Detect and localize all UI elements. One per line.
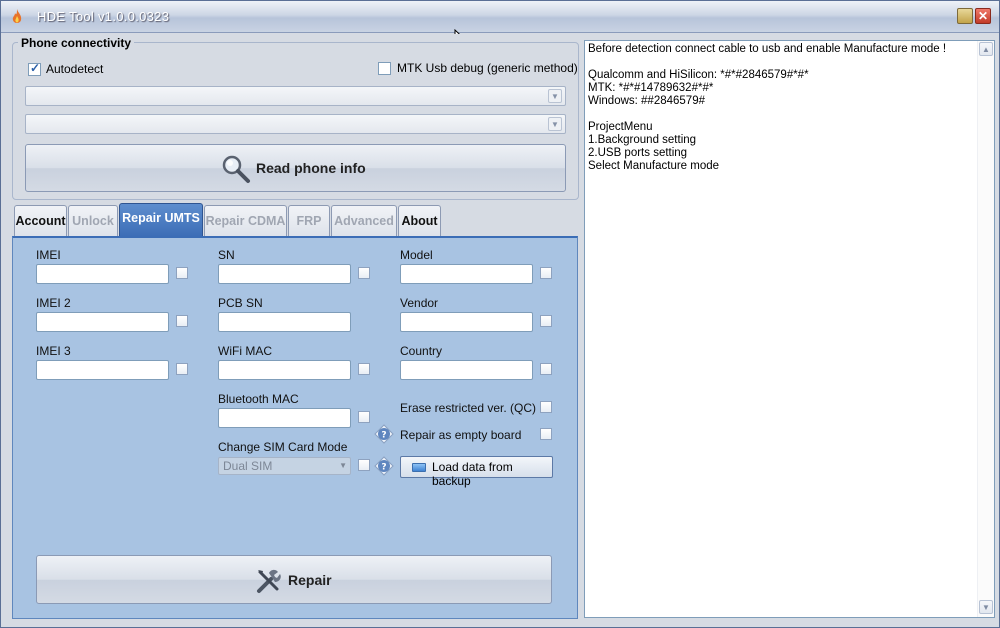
window-title: HDE Tool v1.0.0.0323 [37, 9, 170, 24]
tab-about[interactable]: About [398, 205, 441, 237]
vendor-label: Vendor [400, 296, 439, 310]
sn-input[interactable] [218, 264, 351, 284]
imei-input[interactable] [36, 264, 169, 284]
svg-text:?: ? [381, 431, 386, 441]
imei3-checkbox[interactable] [176, 363, 188, 375]
sim-mode-checkbox[interactable] [358, 459, 370, 471]
change-sim-label: Change SIM Card Mode [218, 440, 348, 454]
client-area: Phone connectivity Autodetect MTK Usb de… [5, 34, 997, 625]
tab-advanced[interactable]: Advanced [331, 205, 397, 237]
scroll-down-icon[interactable]: ▼ [979, 600, 993, 614]
close-button[interactable]: ✕ [975, 8, 991, 24]
tab-frp[interactable]: FRP [288, 205, 330, 237]
mtk-debug-label: MTK Usb debug (generic method) [397, 61, 578, 75]
vertical-scrollbar[interactable]: ▲ ▼ [977, 41, 994, 617]
country-checkbox[interactable] [540, 363, 552, 375]
minimize-button[interactable] [957, 8, 973, 24]
vendor-checkbox[interactable] [540, 315, 552, 327]
autodetect-checkbox[interactable] [28, 61, 41, 76]
imei-checkbox[interactable] [176, 267, 188, 279]
vendor-input[interactable] [400, 312, 533, 332]
model-input[interactable] [400, 264, 533, 284]
magnifier-icon [222, 155, 250, 183]
wifi-mac-checkbox[interactable] [358, 363, 370, 375]
log-text: Before detection connect cable to usb an… [588, 43, 947, 172]
group-title: Phone connectivity [18, 36, 135, 50]
repair-umts-panel: IMEI IMEI 2 IMEI 3 SN PCB SN WiFi MAC Bl… [12, 236, 578, 619]
imei2-input[interactable] [36, 312, 169, 332]
autodetect-label: Autodetect [46, 62, 104, 76]
tab-account[interactable]: Account [14, 205, 67, 237]
log-textarea[interactable]: Before detection connect cable to usb an… [584, 40, 995, 618]
sim-mode-value: Dual SIM [223, 459, 273, 473]
repair-button[interactable]: Repair [36, 555, 552, 604]
imei-label: IMEI [36, 248, 61, 262]
tools-icon [257, 569, 281, 593]
imei2-checkbox[interactable] [176, 315, 188, 327]
country-label: Country [400, 344, 443, 358]
erase-restricted-checkbox[interactable] [540, 401, 552, 413]
pcb-sn-label: PCB SN [218, 296, 263, 310]
erase-restricted-label: Erase restricted ver. (QC) [400, 401, 537, 415]
tab-unlock[interactable]: Unlock [68, 205, 118, 237]
svg-text:?: ? [381, 463, 386, 473]
sn-checkbox[interactable] [358, 267, 370, 279]
pcb-sn-input[interactable] [218, 312, 351, 332]
imei3-input[interactable] [36, 360, 169, 380]
read-phone-info-label: Read phone info [256, 160, 366, 176]
port-select-2[interactable]: ▼ [25, 114, 566, 134]
repair-label: Repair [288, 572, 332, 588]
chevron-down-icon: ▼ [548, 117, 562, 131]
sn-label: SN [218, 248, 235, 262]
help-icon[interactable]: ? [374, 456, 394, 476]
help-icon[interactable]: ? [374, 424, 394, 444]
read-phone-info-button[interactable]: Read phone info [25, 144, 566, 192]
flame-icon [12, 9, 22, 23]
tab-repair-umts[interactable]: Repair UMTS [119, 203, 203, 237]
imei3-label: IMEI 3 [36, 344, 71, 358]
model-checkbox[interactable] [540, 267, 552, 279]
model-label: Model [400, 248, 433, 262]
phone-connectivity-group: Phone connectivity Autodetect MTK Usb de… [12, 36, 579, 200]
mtk-debug-checkbox[interactable] [378, 62, 391, 75]
chevron-down-icon: ▼ [548, 89, 562, 103]
repair-empty-label: Repair as empty board [400, 428, 522, 442]
chevron-down-icon: ▼ [339, 461, 347, 470]
load-backup-label: Load data from backup [432, 460, 513, 488]
country-input[interactable] [400, 360, 533, 380]
repair-empty-checkbox[interactable] [540, 428, 552, 440]
port-select-1[interactable]: ▼ [25, 86, 566, 106]
bt-mac-label: Bluetooth MAC [218, 392, 299, 406]
sim-mode-select[interactable]: Dual SIM ▼ [218, 457, 351, 475]
title-bar[interactable]: HDE Tool v1.0.0.0323 ✕ [1, 1, 999, 33]
bt-mac-checkbox[interactable] [358, 411, 370, 423]
load-backup-button[interactable]: Load data from backup [400, 456, 553, 488]
backup-icon [412, 463, 426, 472]
bt-mac-input[interactable] [218, 408, 351, 428]
tab-repair-cdma[interactable]: Repair CDMA [204, 205, 287, 237]
main-window: HDE Tool v1.0.0.0323 ✕ Phone connectivit… [0, 0, 1000, 628]
wifi-mac-input[interactable] [218, 360, 351, 380]
wifi-mac-label: WiFi MAC [218, 344, 272, 358]
scroll-up-icon[interactable]: ▲ [979, 42, 993, 56]
imei2-label: IMEI 2 [36, 296, 71, 310]
